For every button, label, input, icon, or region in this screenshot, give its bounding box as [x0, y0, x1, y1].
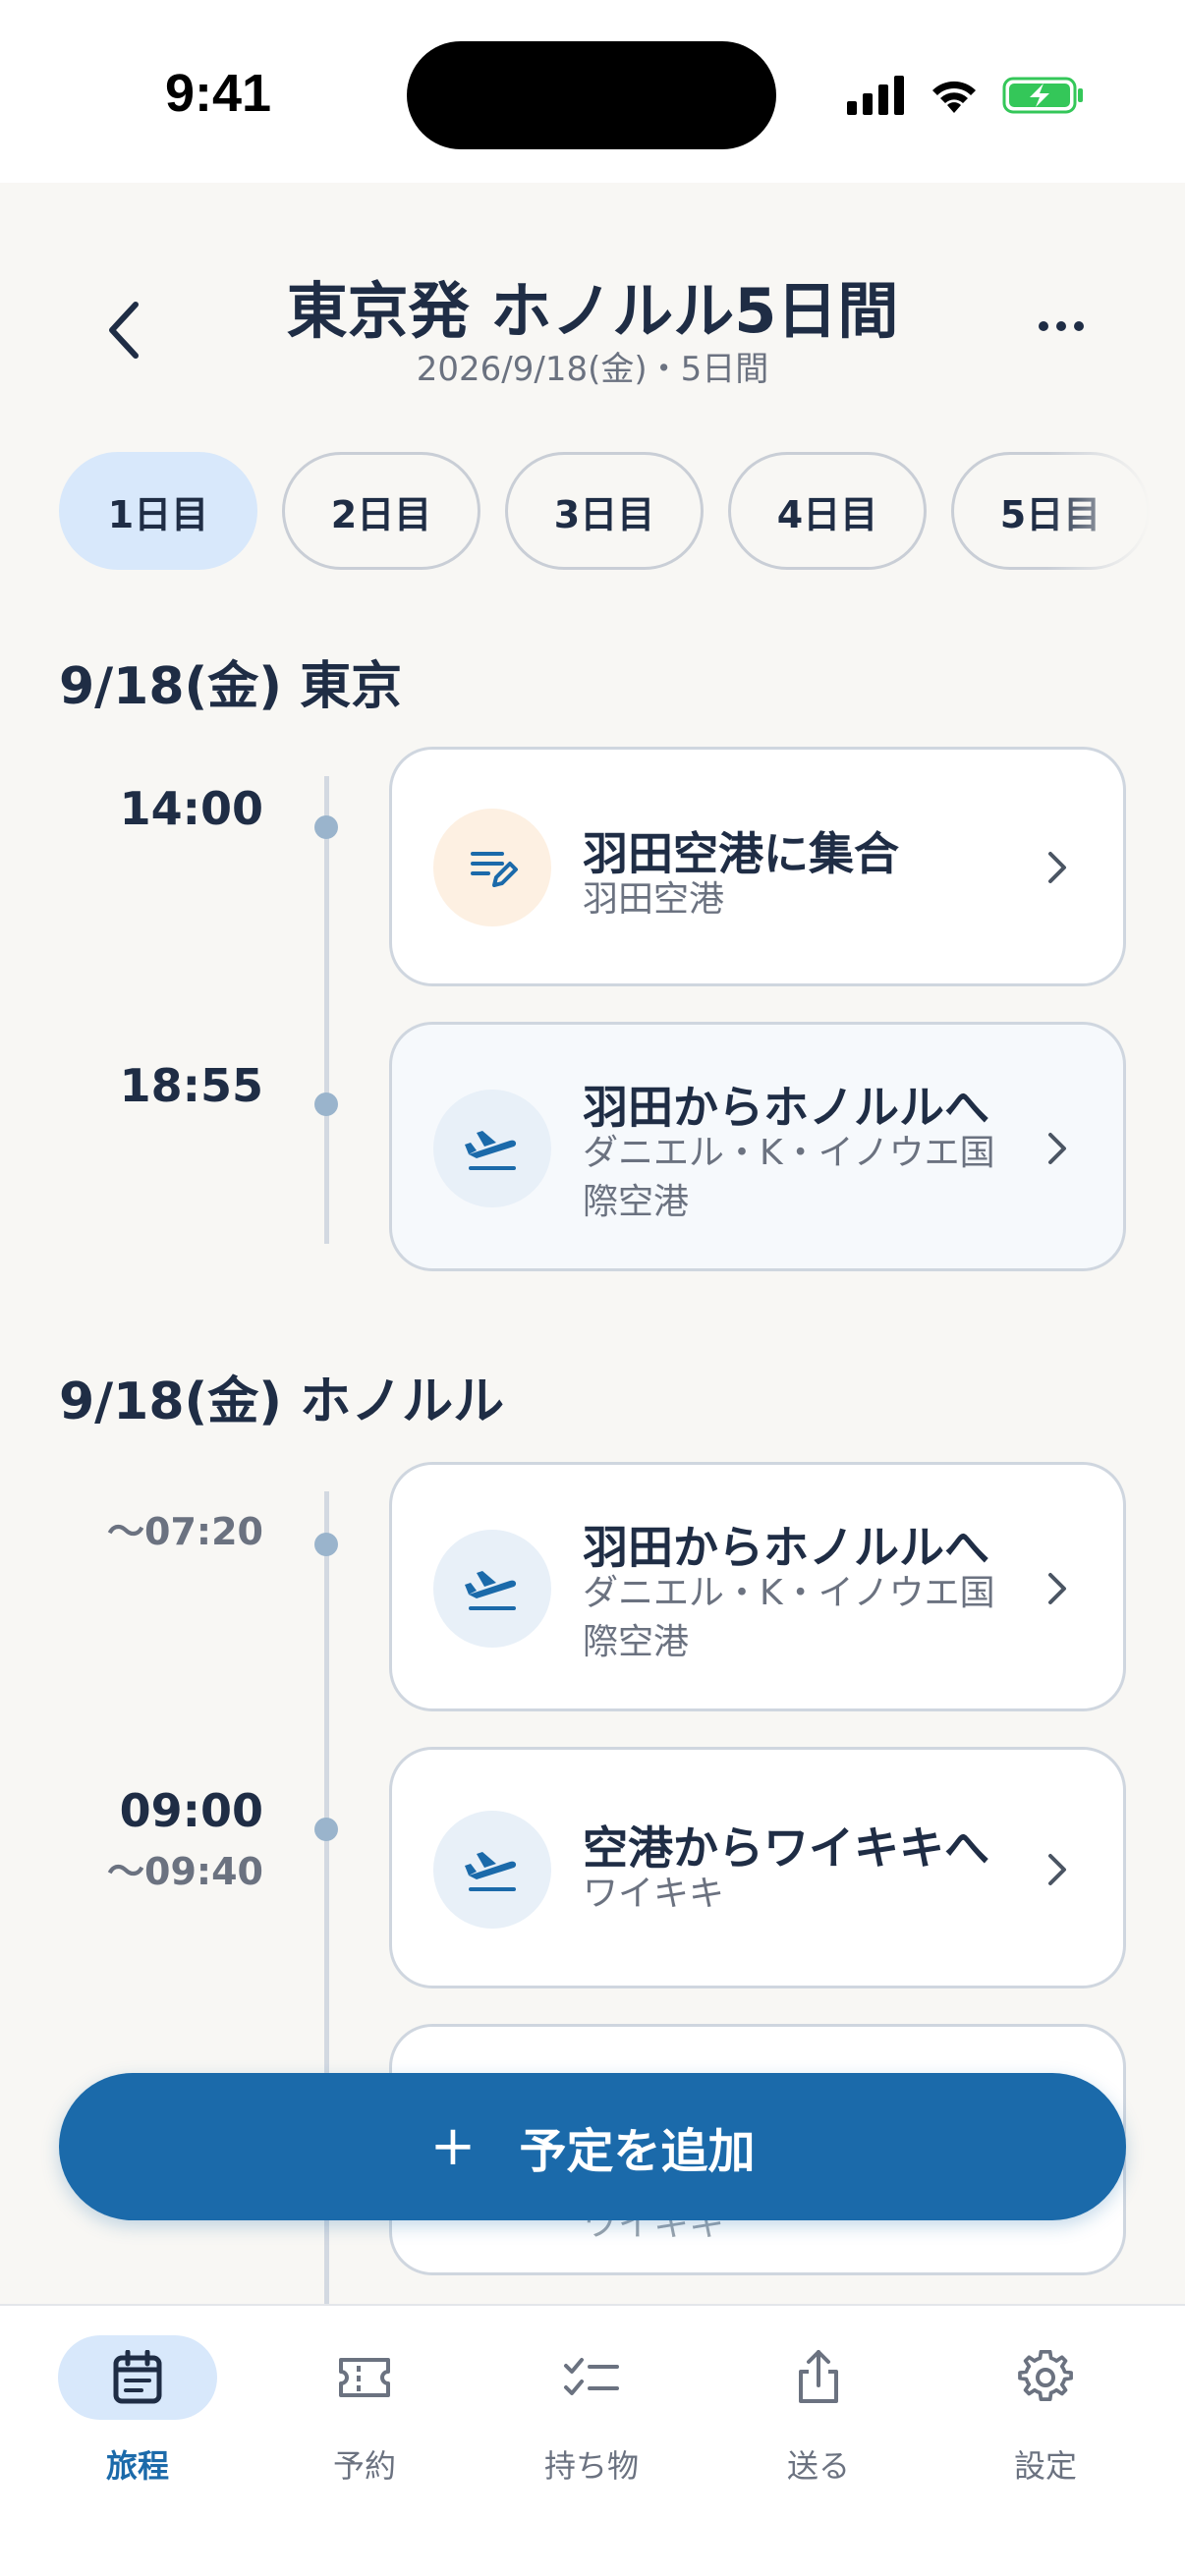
airplane-departure-icon	[433, 1530, 551, 1648]
tab-day-1[interactable]: 1日目	[59, 452, 257, 570]
nav-label: 予約	[332, 2447, 396, 2485]
chevron-right-icon	[1048, 852, 1066, 883]
gear-icon	[1018, 2350, 1073, 2401]
cellular-signal-icon	[847, 76, 904, 115]
chevron-right-icon	[1048, 1133, 1066, 1164]
nav-label: 送る	[786, 2447, 850, 2485]
tabs-fade	[1047, 450, 1185, 572]
timeline-dot	[314, 1092, 338, 1116]
status-bar: 9:41	[0, 0, 1185, 183]
day-tabs: 1日目 2日目 3日目 4日目 5日目	[0, 450, 1185, 572]
card-title: 羽田からホノルルへ	[583, 1521, 989, 1574]
card-title: 羽田からホノルルへ	[583, 1081, 989, 1134]
header: 東京発 ホノルル5日間 2026/9/18(金)・5日間	[0, 183, 1185, 419]
item-time-end: 〜09:40	[107, 1850, 263, 1893]
card-subtitle: ダニエル・K・イノウエ国際空港	[583, 1573, 995, 1662]
chevron-right-icon	[1048, 1573, 1066, 1604]
more-dot-icon	[1074, 321, 1084, 331]
section-heading: 9/18(金) ホノルル	[59, 1372, 505, 1431]
dynamic-island	[407, 41, 776, 149]
nav-item-reservations[interactable]: 予約	[266, 2335, 463, 2502]
airplane-departure-icon	[433, 1811, 551, 1929]
status-icons	[847, 73, 1085, 118]
item-time: 14:00	[119, 782, 263, 835]
add-schedule-button[interactable]: + 予定を追加	[59, 2073, 1126, 2220]
timeline-dot	[314, 1818, 338, 1841]
battery-charging-icon	[1002, 77, 1083, 114]
itinerary-card[interactable]: 空港からワイキキへ ワイキキ	[389, 1747, 1126, 1988]
nav-label: 旅程	[105, 2447, 169, 2485]
chevron-right-icon	[1048, 1854, 1066, 1885]
tab-day-4[interactable]: 4日目	[728, 452, 927, 570]
more-options-button[interactable]	[1032, 297, 1091, 356]
item-time-end: 〜07:20	[107, 1510, 263, 1553]
nav-item-share[interactable]: 送る	[720, 2335, 917, 2502]
share-icon	[799, 2350, 838, 2403]
calendar-icon	[113, 2350, 162, 2404]
itinerary-card[interactable]: 羽田からホノルルへ ダニエル・K・イノウエ国際空港	[389, 1462, 1126, 1711]
nav-item-settings[interactable]: 設定	[947, 2335, 1144, 2502]
section-heading: 9/18(金) 東京	[59, 657, 403, 716]
wifi-icon	[932, 81, 976, 113]
plus-icon: +	[429, 2114, 477, 2178]
itinerary-card[interactable]: 羽田空港に集合 羽田空港	[389, 747, 1126, 986]
itinerary-card[interactable]: 羽田からホノルルへ ダニエル・K・イノウエ国際空港	[389, 1022, 1126, 1271]
nav-item-itinerary[interactable]: 旅程	[39, 2335, 236, 2502]
bottom-nav: 旅程 予約 持ち物 送る 設定	[0, 2304, 1185, 2576]
card-subtitle: ワイキキ	[583, 1874, 725, 1914]
more-dot-icon	[1056, 321, 1066, 331]
timeline-line	[324, 776, 329, 1244]
memo-edit-icon	[433, 809, 551, 926]
airplane-departure-icon	[433, 1090, 551, 1207]
nav-label: 持ち物	[543, 2447, 639, 2485]
card-title: 羽田空港に集合	[583, 827, 899, 880]
timeline-dot	[314, 815, 338, 839]
add-schedule-label: 予定を追加	[519, 2124, 756, 2179]
card-subtitle: ダニエル・K・イノウエ国際空港	[583, 1133, 995, 1222]
nav-label: 設定	[1013, 2447, 1077, 2485]
tab-day-3[interactable]: 3日目	[505, 452, 704, 570]
nav-item-packing[interactable]: 持ち物	[493, 2335, 690, 2502]
timeline-dot	[314, 1533, 338, 1556]
page-subtitle: 2026/9/18(金)・5日間	[416, 350, 769, 389]
more-dot-icon	[1039, 321, 1048, 331]
item-time: 18:55	[119, 1059, 263, 1112]
card-subtitle: 羽田空港	[583, 879, 725, 920]
checklist-icon	[564, 2358, 619, 2395]
tab-day-2[interactable]: 2日目	[282, 452, 480, 570]
item-time: 09:00	[119, 1784, 263, 1837]
ticket-icon	[339, 2358, 390, 2397]
card-title: 空港からワイキキへ	[583, 1821, 989, 1875]
page-title: 東京発 ホノルル5日間	[286, 275, 899, 347]
status-time: 9:41	[165, 64, 272, 123]
